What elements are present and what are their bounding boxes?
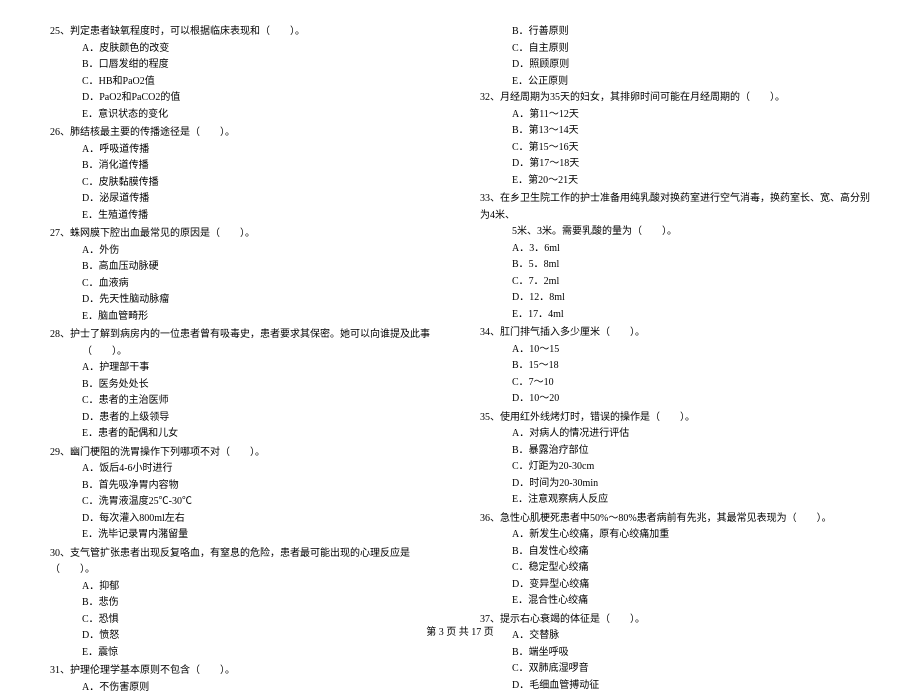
question-block: 27、蛛网膜下腔出血最常见的原因是（ ）。A．外伤B．高血压动脉硬C．血液病D．… — [50, 226, 440, 325]
answer-option: A．10～15 — [480, 342, 870, 359]
answer-option: D．变异型心绞痛 — [480, 577, 870, 594]
answer-option: A．皮肤颜色的改变 — [50, 41, 440, 58]
question-text: 32、月经周期为35天的妇女，其排卵时间可能在月经周期的（ ）。 — [480, 90, 870, 107]
answer-option: C．皮肤黏膜传播 — [50, 175, 440, 192]
answer-option: B．悲伤 — [50, 595, 440, 612]
answer-option: B．第13～14天 — [480, 123, 870, 140]
question-block: 28、护士了解到病房内的一位患者曾有吸毒史，患者要求其保密。她可以向谁提及此事（… — [50, 327, 440, 443]
question-text: 28、护士了解到病房内的一位患者曾有吸毒史，患者要求其保密。她可以向谁提及此事 — [50, 327, 440, 344]
answer-option: A．护理部干事 — [50, 360, 440, 377]
question-block: 25、判定患者缺氧程度时，可以根据临床表现和（ ）。A．皮肤颜色的改变B．口唇发… — [50, 24, 440, 123]
answer-option: A．不伤害原则 — [50, 680, 440, 697]
question-text: 31、护理伦理学基本原则不包含（ ）。 — [50, 663, 440, 680]
question-text: 26、肺结核最主要的传播途径是（ ）。 — [50, 125, 440, 142]
answer-option: B．消化道传播 — [50, 158, 440, 175]
answer-option: C．血液病 — [50, 276, 440, 293]
answer-option: D．泌尿道传播 — [50, 191, 440, 208]
right-column: B．行善原则C．自主原则D．照顾原则E．公正原则32、月经周期为35天的妇女，其… — [480, 24, 870, 698]
question-text: 34、肛门排气插入多少厘米（ ）。 — [480, 325, 870, 342]
answer-option: C．稳定型心绞痛 — [480, 560, 870, 577]
answer-option: B．5．8ml — [480, 257, 870, 274]
answer-option: C．灯距为20-30cm — [480, 459, 870, 476]
question-text: 36、急性心肌梗死患者中50%～80%患者病前有先兆，其最常见表现为（ ）。 — [480, 511, 870, 528]
answer-option: D．每次灌入800ml左右 — [50, 511, 440, 528]
answer-option: E．第20～21天 — [480, 173, 870, 190]
answer-option: A．新发生心绞痛，原有心绞痛加重 — [480, 527, 870, 544]
question-text: 25、判定患者缺氧程度时，可以根据临床表现和（ ）。 — [50, 24, 440, 41]
question-block: 33、在乡卫生院工作的护士准备用纯乳酸对换药室进行空气消毒，换药室长、宽、高分别… — [480, 191, 870, 323]
answer-option: C．洗胃液温度25℃-30℃ — [50, 494, 440, 511]
answer-option: D．先天性脑动脉瘤 — [50, 292, 440, 309]
answer-option: B．15～18 — [480, 358, 870, 375]
question-block: 26、肺结核最主要的传播途径是（ ）。A．呼吸道传播B．消化道传播C．皮肤黏膜传… — [50, 125, 440, 224]
answer-option: B．首先吸净胃内容物 — [50, 478, 440, 495]
answer-option: A．外伤 — [50, 243, 440, 260]
answer-option: B．暴露治疗部位 — [480, 443, 870, 460]
answer-option: A．呼吸道传播 — [50, 142, 440, 159]
answer-option: E．脑血管畸形 — [50, 309, 440, 326]
answer-option: E．混合性心绞痛 — [480, 593, 870, 610]
answer-option: D．时间为20-30min — [480, 476, 870, 493]
question-text: 30、支气管扩张患者出现反复咯血，有窒息的危险，患者最可能出现的心理反应是（ ）… — [50, 546, 440, 579]
answer-option: A．饭后4-6小时进行 — [50, 461, 440, 478]
answer-option: D．毛细血管搏动征 — [480, 678, 870, 695]
answer-option: C．患者的主治医师 — [50, 393, 440, 410]
answer-option: E．患者的配偶和儿女 — [50, 426, 440, 443]
question-block: 30、支气管扩张患者出现反复咯血，有窒息的危险，患者最可能出现的心理反应是（ ）… — [50, 546, 440, 662]
answer-option: E．震惊 — [50, 645, 440, 662]
answer-option: D．PaO2和PaCO2的值 — [50, 90, 440, 107]
answer-option: E．公正原则 — [480, 74, 870, 91]
question-block: 32、月经周期为35天的妇女，其排卵时间可能在月经周期的（ ）。A．第11～12… — [480, 90, 870, 189]
answer-option: C．HB和PaO2值 — [50, 74, 440, 91]
answer-option: D．第17～18天 — [480, 156, 870, 173]
answer-option: B．端坐呼吸 — [480, 645, 870, 662]
question-block: 36、急性心肌梗死患者中50%～80%患者病前有先兆，其最常见表现为（ ）。A．… — [480, 511, 870, 610]
question-block: 35、使用红外线烤灯时，错误的操作是（ ）。A．对病人的情况进行评估B．暴露治疗… — [480, 410, 870, 509]
question-text: 35、使用红外线烤灯时，错误的操作是（ ）。 — [480, 410, 870, 427]
answer-option: E．17．4ml — [480, 307, 870, 324]
answer-option: A．3．6ml — [480, 241, 870, 258]
question-block: 34、肛门排气插入多少厘米（ ）。A．10～15B．15～18C．7～10D．1… — [480, 325, 870, 408]
answer-option: A．第11～12天 — [480, 107, 870, 124]
exam-page: 25、判定患者缺氧程度时，可以根据临床表现和（ ）。A．皮肤颜色的改变B．口唇发… — [0, 0, 920, 698]
answer-option: D．患者的上级领导 — [50, 410, 440, 427]
answer-option: B．行善原则 — [480, 24, 870, 41]
answer-option: C．双肺底湿啰音 — [480, 661, 870, 678]
answer-option: E．生殖道传播 — [50, 208, 440, 225]
question-block: 31、护理伦理学基本原则不包含（ ）。A．不伤害原则 — [50, 663, 440, 696]
question-continuation: （ ）。 — [50, 344, 440, 361]
answer-option: C．7．2ml — [480, 274, 870, 291]
answer-option: C．自主原则 — [480, 41, 870, 58]
answer-option: E．注意观察病人反应 — [480, 492, 870, 509]
question-text: 33、在乡卫生院工作的护士准备用纯乳酸对换药室进行空气消毒，换药室长、宽、高分别… — [480, 191, 870, 224]
answer-option: D．12．8ml — [480, 290, 870, 307]
answer-option: C．7～10 — [480, 375, 870, 392]
page-footer: 第 3 页 共 17 页 — [0, 623, 920, 638]
answer-option: B．自发性心绞痛 — [480, 544, 870, 561]
answer-option: D．10～20 — [480, 391, 870, 408]
question-continuation: 5米、3米。需要乳酸的量为（ ）。 — [480, 224, 870, 241]
answer-option: B．高血压动脉硬 — [50, 259, 440, 276]
answer-option: E．洗毕记录胃内潴留量 — [50, 527, 440, 544]
left-column: 25、判定患者缺氧程度时，可以根据临床表现和（ ）。A．皮肤颜色的改变B．口唇发… — [50, 24, 440, 698]
answer-option: A．抑郁 — [50, 579, 440, 596]
question-block: 29、幽门梗阻的洗胃操作下列哪项不对（ ）。A．饭后4-6小时进行B．首先吸净胃… — [50, 445, 440, 544]
answer-option: E．意识状态的变化 — [50, 107, 440, 124]
answer-option: C．第15～16天 — [480, 140, 870, 157]
answer-option: A．对病人的情况进行评估 — [480, 426, 870, 443]
answer-option: B．口唇发绀的程度 — [50, 57, 440, 74]
answer-option: D．照顾原则 — [480, 57, 870, 74]
question-text: 27、蛛网膜下腔出血最常见的原因是（ ）。 — [50, 226, 440, 243]
question-text: 29、幽门梗阻的洗胃操作下列哪项不对（ ）。 — [50, 445, 440, 462]
answer-option: B．医务处处长 — [50, 377, 440, 394]
